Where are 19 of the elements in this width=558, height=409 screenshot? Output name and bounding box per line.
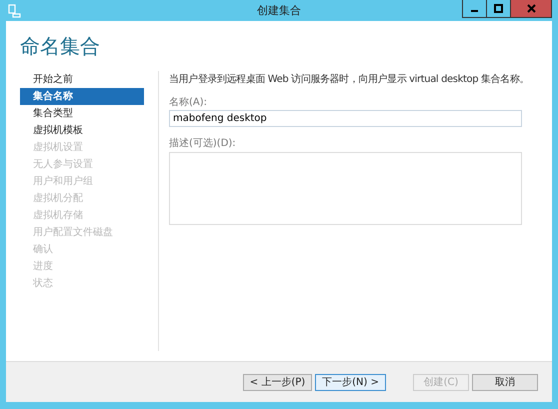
app-icon bbox=[8, 4, 22, 18]
page-title: 命名集合 bbox=[19, 33, 101, 60]
nav-item[interactable]: 集合类型 bbox=[20, 105, 144, 122]
nav-item[interactable]: 集合名称 bbox=[20, 88, 144, 105]
dialog-button[interactable]: < 上一步(P) bbox=[242, 374, 312, 390]
name-label: 名称(A): bbox=[169, 96, 208, 109]
nav-item[interactable]: 虚拟机模板 bbox=[20, 122, 144, 139]
description-field[interactable] bbox=[169, 152, 522, 225]
maximize-icon bbox=[494, 4, 503, 13]
description-text: 当用户登录到远程桌面 Web 访问服务器时，向用户显示 virtual desktop 集合名称。 bbox=[169, 72, 530, 86]
close-button[interactable] bbox=[510, 0, 552, 18]
name-field[interactable]: mabofeng desktop bbox=[169, 110, 522, 127]
dialog-button[interactable]: 取消 bbox=[472, 374, 538, 390]
dialog-button[interactable]: 下一步(N) > bbox=[315, 374, 386, 390]
description-label: 描述(可选)(D): bbox=[169, 136, 237, 150]
window-title: 创建集合 bbox=[257, 3, 301, 18]
minimize-button[interactable] bbox=[462, 0, 487, 18]
close-icon bbox=[526, 4, 536, 13]
nav-item[interactable]: 开始之前 bbox=[20, 71, 144, 88]
